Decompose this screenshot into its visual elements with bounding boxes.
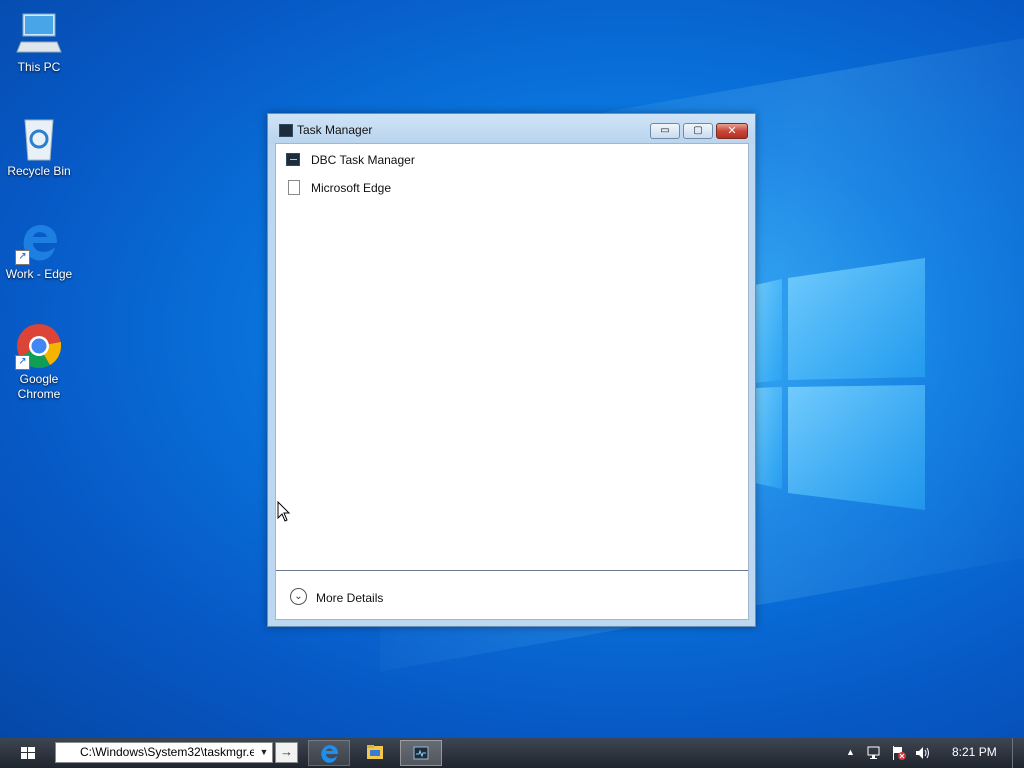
tray-overflow-button[interactable]: ▲ [846,747,855,765]
chevron-down-icon: ⌄ [290,588,307,605]
task-manager-window[interactable]: Task Manager ▭ ▢ ✕ DBC Task Manager Micr… [267,113,756,627]
maximize-button[interactable]: ▢ [683,123,713,139]
chrome-icon: ↗ [15,322,63,370]
task-manager-icon [279,124,293,137]
address-go-button[interactable]: → [275,742,298,763]
close-button[interactable]: ✕ [716,123,748,139]
footer-divider [276,570,748,571]
more-details-button[interactable]: ⌄ More Details [290,588,430,610]
desktop-icon-label: Recycle Bin [7,164,71,178]
desktop-icon-this-pc[interactable]: This PC [1,10,77,75]
dropdown-icon[interactable]: ▼ [256,743,272,762]
desktop-icon-work-edge[interactable]: ↗ Work - Edge [1,217,77,282]
more-details-label: More Details [316,591,384,605]
task-manager-icon [286,153,300,166]
taskbar-button-file-explorer[interactable] [354,740,396,766]
action-center-flag-icon[interactable] [891,744,907,762]
shortcut-arrow-icon: ↗ [15,355,30,370]
edge-icon [321,745,338,763]
taskbar-button-edge[interactable] [308,740,350,766]
volume-icon[interactable] [914,744,932,762]
process-list-panel: DBC Task Manager Microsoft Edge ⌄ More D… [275,143,749,620]
folder-icon [367,745,383,759]
show-desktop-button[interactable] [1012,738,1024,768]
desktop-icon-google-chrome[interactable]: ↗ Google Chrome [1,322,77,402]
process-label: Microsoft Edge [311,181,392,195]
windows-start-icon [21,747,35,759]
taskbar-clock[interactable]: 8:21 PM [952,745,997,763]
desktop-icon-label: This PC [17,60,61,74]
start-button[interactable] [8,742,48,764]
mouse-cursor-icon [277,501,291,522]
desktop-icon-recycle-bin[interactable]: Recycle Bin [1,114,77,179]
windows-logo-wallpaper [755,258,925,510]
desktop: This PC Recycle Bin ↗ Work - Edge ↗ Goog… [0,0,1024,738]
desktop-icon-label: Work - Edge [5,267,73,281]
process-item-dbc-task-manager[interactable]: DBC Task Manager [284,148,744,172]
minimize-button[interactable]: ▭ [650,123,680,139]
window-title: Task Manager [297,123,373,137]
process-item-microsoft-edge[interactable]: Microsoft Edge [284,176,744,200]
task-manager-icon [413,746,429,760]
address-value: C:\Windows\System32\taskmgr.exe [80,745,254,759]
taskbar: C:\Windows\System32\taskmgr.exe ▼ → ▲ 8:… [0,738,1024,768]
window-titlebar[interactable]: Task Manager ▭ ▢ ✕ [268,114,755,144]
desktop-icon-label: Google Chrome [17,372,61,401]
this-pc-icon [15,10,63,58]
edge-icon: ↗ [15,217,63,265]
network-icon[interactable] [866,744,884,762]
process-label: DBC Task Manager [311,153,415,167]
address-toolbar-input[interactable]: C:\Windows\System32\taskmgr.exe ▼ [55,742,273,763]
shortcut-arrow-icon: ↗ [15,250,30,265]
blank-page-icon [288,180,300,195]
taskbar-button-task-manager[interactable] [400,740,442,766]
recycle-bin-icon [15,114,63,162]
